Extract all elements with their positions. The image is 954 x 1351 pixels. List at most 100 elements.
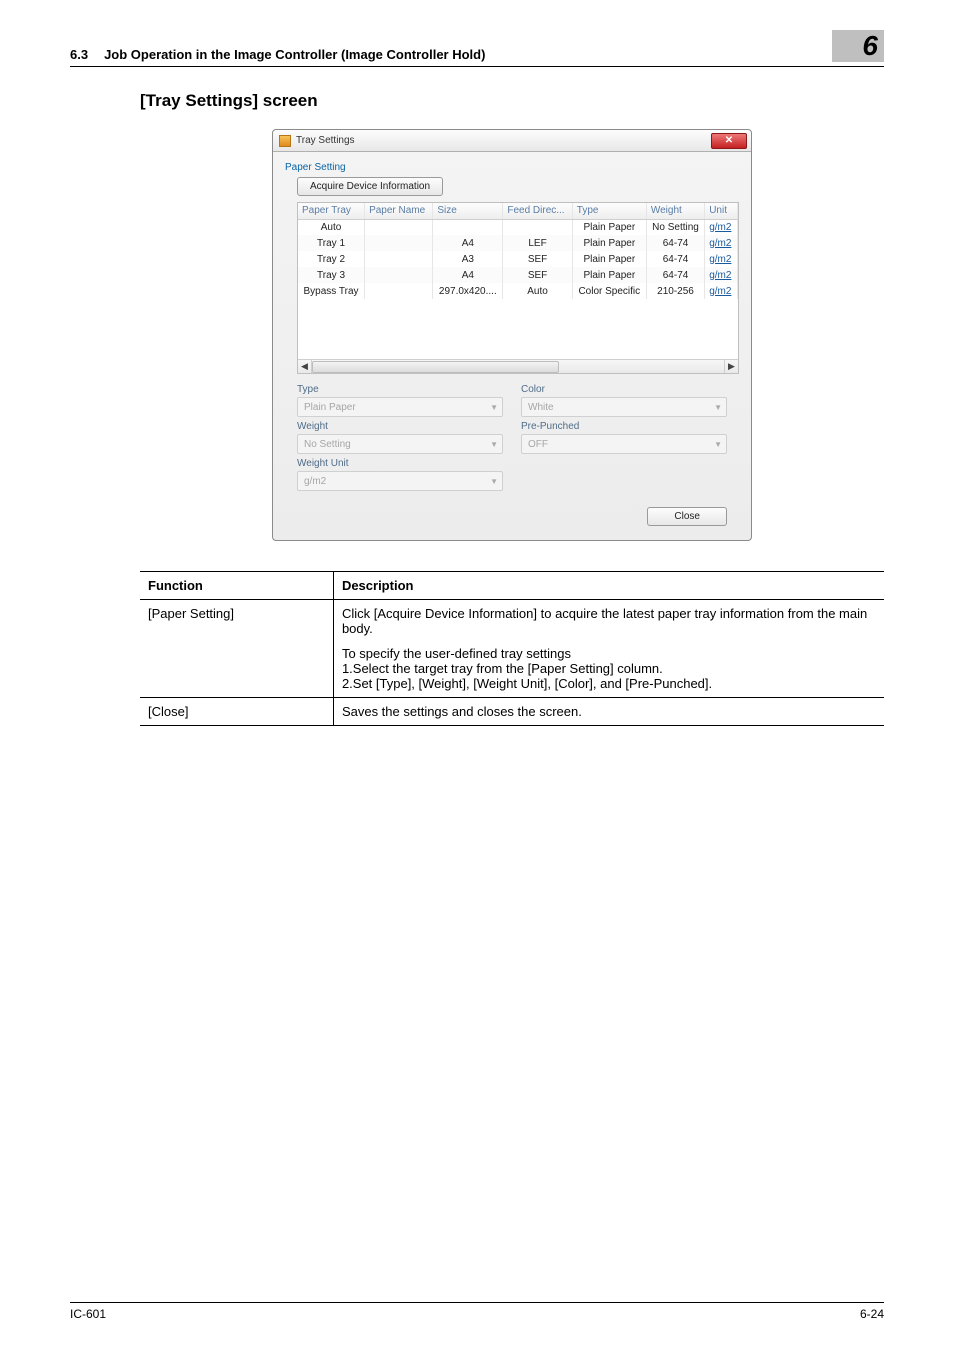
type-label: Type	[297, 384, 503, 395]
chevron-down-icon: ▼	[714, 440, 722, 449]
tray-settings-dialog: Tray Settings ✕ Paper Setting Acquire De…	[272, 129, 752, 541]
cell-unit: g/m2	[705, 235, 738, 251]
chevron-down-icon: ▼	[490, 403, 498, 412]
section-number: 6.3	[70, 47, 88, 62]
cell-weight: 210-256	[646, 283, 704, 299]
cell-tray: Tray 2	[298, 251, 365, 267]
dialog-titlebar: Tray Settings ✕	[273, 130, 751, 152]
weight-unit-select: g/m2 ▼	[297, 471, 503, 491]
col-weight[interactable]: Weight	[646, 203, 704, 219]
desc-text: 2.Set [Type], [Weight], [Weight Unit], […	[342, 676, 876, 691]
cell-feed: LEF	[503, 235, 572, 251]
cell-tray: Auto	[298, 219, 365, 235]
description-cell: Click [Acquire Device Information] to ac…	[333, 600, 884, 698]
table-row[interactable]: Tray 3 A4SEFPlain Paper64-74g/m2	[298, 267, 738, 283]
cell-type: Plain Paper	[572, 267, 646, 283]
acquire-device-info-button[interactable]: Acquire Device Information	[297, 177, 443, 196]
col-paper-name[interactable]: Paper Name	[365, 203, 433, 219]
description-cell: Saves the settings and closes the screen…	[333, 698, 884, 726]
col-function: Function	[140, 572, 333, 600]
desc-text: 1.Select the target tray from the [Paper…	[342, 661, 876, 676]
col-unit[interactable]: Unit	[705, 203, 738, 219]
cell-weight: No Setting	[646, 219, 704, 235]
scroll-right-icon[interactable]: ▶	[724, 360, 738, 373]
chevron-down-icon: ▼	[714, 403, 722, 412]
cell-name	[365, 235, 433, 251]
chevron-down-icon: ▼	[490, 440, 498, 449]
scroll-left-icon[interactable]: ◀	[298, 360, 312, 373]
table-row[interactable]: Bypass Tray 297.0x420....AutoColor Specif…	[298, 283, 738, 299]
col-feed-direc[interactable]: Feed Direc...	[503, 203, 572, 219]
page-header: 6.3 Job Operation in the Image Controlle…	[70, 30, 884, 67]
horizontal-scrollbar[interactable]: ◀ ▶	[298, 359, 738, 373]
table-row: [Paper Setting] Click [Acquire Device In…	[140, 600, 884, 698]
col-type[interactable]: Type	[572, 203, 646, 219]
prepunched-label: Pre-Punched	[521, 421, 727, 432]
prepunched-select: OFF ▼	[521, 434, 727, 454]
cell-tray: Bypass Tray	[298, 283, 365, 299]
cell-type: Plain Paper	[572, 219, 646, 235]
type-select: Plain Paper ▼	[297, 397, 503, 417]
cell-tray: Tray 3	[298, 267, 365, 283]
function-cell: [Paper Setting]	[140, 600, 333, 698]
close-icon[interactable]: ✕	[711, 133, 747, 149]
scroll-track[interactable]	[312, 360, 724, 373]
cell-feed	[503, 219, 572, 235]
cell-unit: g/m2	[705, 267, 738, 283]
close-button[interactable]: Close	[647, 507, 727, 526]
desc-text: To specify the user-defined tray setting…	[342, 646, 876, 661]
cell-unit: g/m2	[705, 283, 738, 299]
app-icon	[279, 135, 291, 147]
cell-size: A4	[433, 235, 503, 251]
col-paper-tray[interactable]: Paper Tray	[298, 203, 365, 219]
color-value: White	[528, 402, 554, 413]
chapter-badge: 6	[832, 30, 884, 62]
col-size[interactable]: Size	[433, 203, 503, 219]
subheading: [Tray Settings] screen	[140, 91, 884, 111]
page-footer: IC-601 6-24	[70, 1302, 884, 1321]
table-row[interactable]: Auto Plain PaperNo Settingg/m2	[298, 219, 738, 235]
function-description-table: Function Description [Paper Setting] Cli…	[140, 571, 884, 726]
weight-value: No Setting	[304, 439, 351, 450]
weight-label: Weight	[297, 421, 503, 432]
type-value: Plain Paper	[304, 402, 356, 413]
cell-name	[365, 251, 433, 267]
cell-name	[365, 283, 433, 299]
footer-left: IC-601	[70, 1307, 106, 1321]
scroll-thumb[interactable]	[312, 361, 559, 373]
table-row[interactable]: Tray 2 A3SEFPlain Paper64-74g/m2	[298, 251, 738, 267]
cell-feed: Auto	[503, 283, 572, 299]
cell-size: 297.0x420....	[433, 283, 503, 299]
col-description: Description	[333, 572, 884, 600]
dialog-title: Tray Settings	[296, 135, 355, 146]
cell-type: Color Specific	[572, 283, 646, 299]
color-select: White ▼	[521, 397, 727, 417]
footer-right: 6-24	[860, 1307, 884, 1321]
cell-size: A4	[433, 267, 503, 283]
cell-name	[365, 219, 433, 235]
cell-name	[365, 267, 433, 283]
cell-feed: SEF	[503, 251, 572, 267]
paper-tray-table[interactable]: Paper Tray Paper Name Size Feed Direc...…	[297, 202, 739, 374]
weight-select: No Setting ▼	[297, 434, 503, 454]
chevron-down-icon: ▼	[490, 477, 498, 486]
cell-feed: SEF	[503, 267, 572, 283]
cell-type: Plain Paper	[572, 251, 646, 267]
section-title: Job Operation in the Image Controller (I…	[104, 47, 485, 62]
cell-weight: 64-74	[646, 251, 704, 267]
cell-unit: g/m2	[705, 219, 738, 235]
prepunched-value: OFF	[528, 439, 548, 450]
cell-tray: Tray 1	[298, 235, 365, 251]
weight-unit-value: g/m2	[304, 476, 326, 487]
table-row[interactable]: Tray 1 A4LEFPlain Paper64-74g/m2	[298, 235, 738, 251]
cell-weight: 64-74	[646, 267, 704, 283]
table-row: [Close] Saves the settings and closes th…	[140, 698, 884, 726]
color-label: Color	[521, 384, 727, 395]
cell-size: A3	[433, 251, 503, 267]
weight-unit-label: Weight Unit	[297, 458, 503, 469]
cell-weight: 64-74	[646, 235, 704, 251]
cell-size	[433, 219, 503, 235]
function-cell: [Close]	[140, 698, 333, 726]
cell-unit: g/m2	[705, 251, 738, 267]
cell-type: Plain Paper	[572, 235, 646, 251]
